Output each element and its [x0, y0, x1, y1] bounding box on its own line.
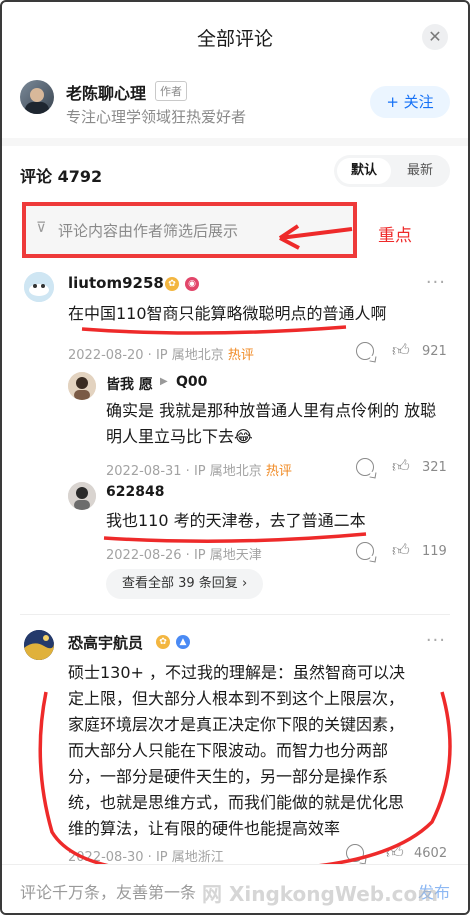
filter-notice: ⊽ 评论内容由作者筛选后展示	[22, 202, 357, 258]
reply-text-line: 明人里立马比下去😂	[106, 427, 253, 446]
reply-date: 2022-08-26 · IP 属地天津	[106, 548, 262, 563]
level-badge-icon: ✿	[156, 635, 170, 649]
comment-date: 2022-08-31 · IP 属地北京	[106, 464, 262, 479]
follow-button[interactable]: + 关注	[370, 86, 450, 118]
avatar[interactable]	[68, 482, 96, 510]
reply-arrow-icon: ▶	[160, 376, 168, 387]
panel-title: 全部评论	[196, 28, 273, 50]
more-options-icon[interactable]: ···	[426, 630, 446, 651]
comment-text-line: 定上限，但大部分人根本到不到这个上限层次，	[68, 689, 405, 708]
comment-text-line: 分，一部分是硬件天生的，另一部分是操作系	[68, 767, 389, 786]
comment-date: 2022-08-30 · IP 属地浙江	[68, 850, 224, 865]
avatar[interactable]	[24, 630, 54, 660]
comment-date: 2022-08-20 · IP 属地北京	[68, 348, 224, 363]
like-icon[interactable]: 👍︎	[386, 842, 404, 863]
like-icon[interactable]: 👍︎	[392, 456, 410, 477]
author-tag: 作者	[155, 81, 187, 101]
close-icon[interactable]: ✕	[428, 27, 441, 46]
like-count: 4602	[414, 846, 448, 861]
hot-comment-tag: 热评	[265, 464, 292, 479]
comments-panel: 全部评论 ✕ 老陈聊心理 作者 专注心理学领域狂热爱好者 + 关注 评论 479…	[0, 0, 470, 915]
comment-text: 在中国110智商只能算略微聪明点的普通人啊	[68, 304, 387, 323]
filter-notice-text: 评论内容由作者筛选后展示	[58, 222, 239, 240]
like-count: 119	[422, 544, 447, 559]
comment-text-line: 维的算法，让有限的硬件也能提高效率	[68, 819, 341, 838]
reply-meta: 2022-08-31 · IP 属地北京 热评	[106, 460, 292, 479]
reply-text-line: 确实是 我就是那种放普通人里有点伶俐的 放聪	[106, 401, 437, 420]
panel-header: 全部评论 ✕	[2, 2, 468, 68]
close-button[interactable]: ✕	[422, 24, 448, 50]
medal-badge-icon: ◉	[185, 277, 199, 291]
comment-text-line: 硕士130+ ，不过我的理解是：虽然智商可以决	[68, 663, 406, 682]
author-name[interactable]: 老陈聊心理	[66, 80, 146, 104]
comments-count-row: 评论 4792 默认 最新	[2, 146, 468, 198]
reply-item: 622848 我也110 考的天津卷，去了普通二本 2022-08-26 · I…	[2, 480, 468, 564]
reply-item: 皆我 愿 ▶ Q00 确实是 我就是那种放普通人里有点伶俐的 放聪 明人里立马比…	[2, 370, 468, 480]
view-all-replies-button[interactable]: 查看全部 39 条回复 ›	[106, 569, 264, 599]
comment-text-line: 统，也就是思维方式，而我们能做的就是优化思	[68, 793, 405, 812]
comment-input[interactable]: 评论千万条，友善第一条	[20, 879, 196, 903]
author-avatar[interactable]	[20, 80, 54, 114]
section-separator	[2, 138, 468, 146]
author-description: 专注心理学领域狂热爱好者	[66, 108, 247, 126]
reply-to-username[interactable]: Q00	[176, 374, 207, 390]
hot-comment-tag: 热评	[227, 348, 254, 363]
verified-badge-icon: ▲	[176, 635, 190, 649]
comment-text-line: 而大部分人只能在下限波动。而智力也分两部	[68, 741, 389, 760]
comment-text-line: 家庭环境层次才是真正决定你下限的关键因素，	[68, 715, 405, 734]
reply-icon[interactable]	[346, 844, 364, 862]
reply-text: 我也110 考的天津卷，去了普通二本	[106, 511, 366, 530]
like-icon[interactable]: 👍︎	[392, 340, 410, 361]
sort-newest-option[interactable]: 最新	[393, 158, 447, 184]
comment-meta: 2022-08-20 · IP 属地北京 热评	[68, 344, 254, 363]
like-count: 921	[422, 344, 447, 359]
funnel-icon: ⊽	[36, 220, 47, 236]
watermark: 网 XingkongWeb.com	[202, 882, 439, 906]
reply-icon[interactable]	[356, 342, 374, 360]
more-options-icon[interactable]: ···	[426, 272, 446, 293]
comment-item: liutom9258 ✿ ◉ ··· 在中国110智商只能算略微聪明点的普通人啊…	[2, 264, 468, 374]
sort-default-option[interactable]: 默认	[337, 158, 391, 184]
divider	[20, 614, 450, 615]
reply-username[interactable]: 622848	[106, 484, 164, 500]
comments-count: 评论 4792	[20, 167, 103, 186]
reply-icon[interactable]	[356, 542, 374, 560]
level-badge-icon: ✿	[165, 277, 179, 291]
avatar[interactable]	[24, 272, 54, 302]
reply-icon[interactable]	[356, 458, 374, 476]
annotation-label: 重点	[378, 226, 412, 246]
sort-toggle: 默认 最新	[334, 155, 450, 187]
comment-item: 恐高宇航员 ✿ ▲ ··· 硕士130+ ，不过我的理解是：虽然智商可以决 定上…	[2, 624, 468, 865]
reply-username[interactable]: 皆我 愿	[106, 374, 153, 394]
like-count: 321	[422, 460, 447, 475]
like-icon[interactable]: 👍︎	[392, 540, 410, 561]
author-row: 老陈聊心理 作者 专注心理学领域狂热爱好者 + 关注	[2, 68, 468, 138]
comment-username[interactable]: liutom9258	[68, 274, 164, 292]
avatar[interactable]	[68, 372, 96, 400]
comment-username[interactable]: 恐高宇航员	[68, 632, 143, 653]
